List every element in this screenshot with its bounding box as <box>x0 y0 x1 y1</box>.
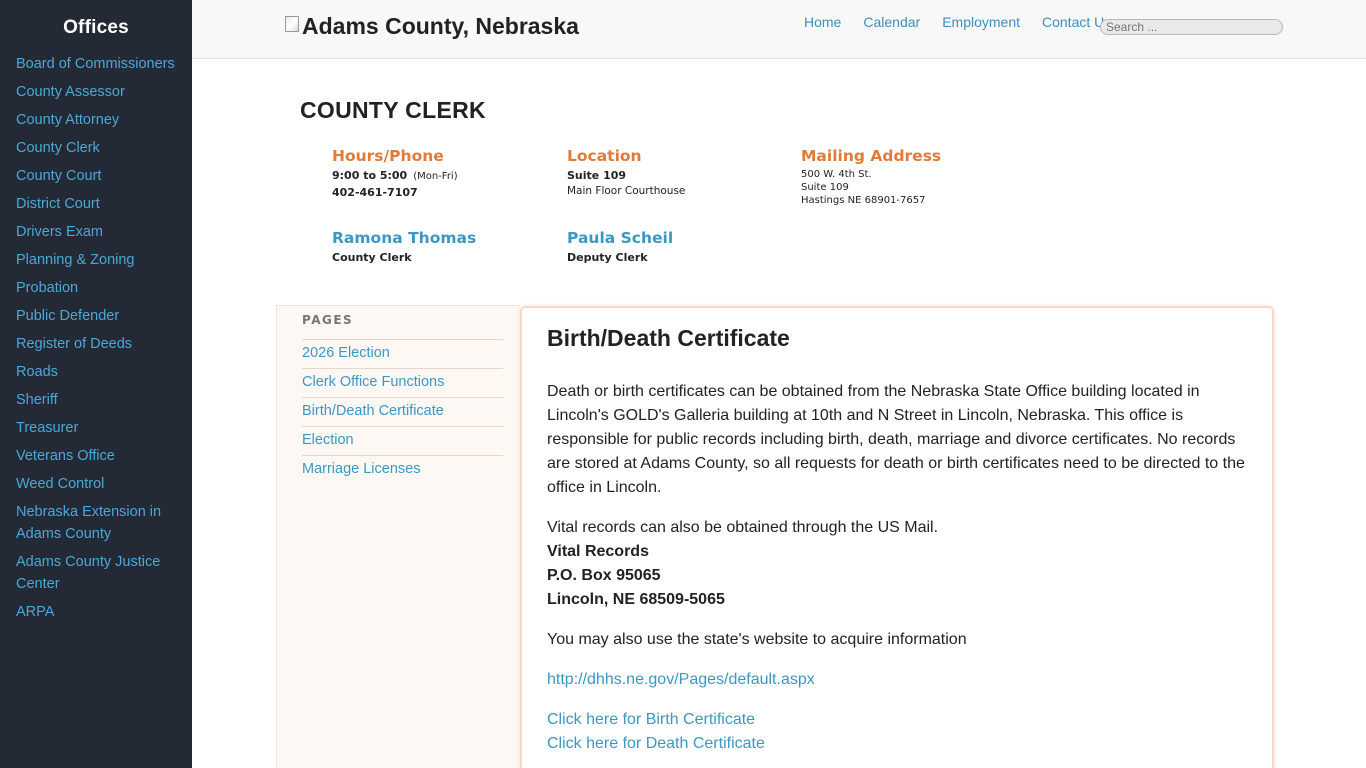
top-nav: Home Calendar Employment Contact Us <box>804 14 1133 30</box>
sidebar-item-label[interactable]: Sheriff <box>16 392 58 408</box>
sidebar-item-label[interactable]: County Attorney <box>16 112 119 128</box>
pages-title: PAGES <box>302 313 503 340</box>
nav-employment-link[interactable]: Employment <box>942 14 1020 30</box>
staff-name: Paula Scheil <box>567 229 674 247</box>
page-link-birth-death-certificate[interactable]: Birth/Death Certificate <box>302 398 503 427</box>
pages-list: 2026 Election Clerk Office Functions Bir… <box>302 340 503 484</box>
address-city: Lincoln, NE 68509-5065 <box>547 591 725 608</box>
page-link-clerk-office-functions[interactable]: Clerk Office Functions <box>302 369 503 398</box>
sidebar-item-label[interactable]: Planning & Zoning <box>16 252 135 268</box>
content-title: Birth/Death Certificate <box>547 325 790 351</box>
location-heading: Location <box>567 147 642 165</box>
sidebar-item-label[interactable]: Weed Control <box>16 476 104 492</box>
sidebar-item-county-attorney[interactable]: County Attorney <box>16 109 182 131</box>
phone-number: 402-461-7107 <box>332 186 418 199</box>
mailing-address-block: Mailing Address 500 W. 4th St. Suite 109… <box>801 147 941 207</box>
hours-phone-block: Hours/Phone 9:00 to 5:00 (Mon-Fri) 402-46… <box>332 147 458 201</box>
search-input[interactable] <box>1100 19 1283 35</box>
page-link-2026-election[interactable]: 2026 Election <box>302 340 503 369</box>
sidebar-item-nebraska-extension[interactable]: Nebraska Extension in Adams County <box>16 501 182 545</box>
sidebar-item-label[interactable]: Public Defender <box>16 308 119 324</box>
pages-sidebar: PAGES 2026 Election Clerk Office Functio… <box>276 305 520 768</box>
site-title[interactable]: Adams County, Nebraska <box>302 13 579 40</box>
staff-card-deputy: Paula Scheil Deputy Clerk <box>567 229 673 266</box>
dhhs-link[interactable]: http://dhhs.ne.gov/Pages/default.aspx <box>547 671 815 688</box>
sidebar-item-district-court[interactable]: District Court <box>16 193 182 215</box>
sidebar-item-label[interactable]: County Assessor <box>16 84 125 100</box>
mailing-line2: Suite 109 <box>801 182 849 193</box>
sidebar-item-label[interactable]: Nebraska Extension in Adams County <box>16 504 161 542</box>
sidebar-item-roads[interactable]: Roads <box>16 361 182 383</box>
sidebar-item-justice-center[interactable]: Adams County Justice Center <box>16 551 182 595</box>
sidebar-item-public-defender[interactable]: Public Defender <box>16 305 182 327</box>
sidebar-item-label[interactable]: County Court <box>16 168 101 184</box>
sidebar-item-label[interactable]: Roads <box>16 364 58 380</box>
sidebar-item-county-assessor[interactable]: County Assessor <box>16 81 182 103</box>
dhhs-link-paragraph: http://dhhs.ne.gov/Pages/default.aspx <box>547 668 1246 692</box>
birth-certificate-link[interactable]: Click here for Birth Certificate <box>547 711 755 728</box>
location-block: Location Suite 109 Main Floor Courthouse <box>567 147 685 198</box>
sidebar-item-label[interactable]: County Clerk <box>16 140 100 156</box>
site-header: Adams County, Nebraska Home Calendar Emp… <box>192 0 1366 59</box>
sidebar-item-label[interactable]: Treasurer <box>16 420 78 436</box>
content-card: Birth/Death Certificate Death or birth c… <box>520 306 1274 768</box>
hours-days: (Mon-Fri) <box>413 171 458 182</box>
offices-title: Offices <box>63 17 129 38</box>
site-logo-link[interactable]: Adams County, Nebraska <box>285 13 579 40</box>
certificate-links: Click here for Birth Certificate Click h… <box>547 708 1246 756</box>
sidebar-item-planning-zoning[interactable]: Planning & Zoning <box>16 249 182 271</box>
staff-role: County Clerk <box>332 251 412 264</box>
offices-sidebar: Offices Board of Commissioners County As… <box>0 0 192 768</box>
address-box: P.O. Box 95065 <box>547 567 661 584</box>
mail-intro: Vital records can also be obtained throu… <box>547 519 939 536</box>
mailing-heading: Mailing Address <box>801 147 942 165</box>
sidebar-item-label[interactable]: Veterans Office <box>16 448 115 464</box>
nav-home-link[interactable]: Home <box>804 14 841 30</box>
page-link-election[interactable]: Election <box>302 427 503 456</box>
sidebar-item-drivers-exam[interactable]: Drivers Exam <box>16 221 182 243</box>
mailing-line1: 500 W. 4th St. <box>801 169 872 180</box>
sidebar-item-label[interactable]: Register of Deeds <box>16 336 132 352</box>
sidebar-item-label[interactable]: Adams County Justice Center <box>16 554 160 592</box>
nav-calendar-link[interactable]: Calendar <box>863 14 920 30</box>
sidebar-item-arpa[interactable]: ARPA <box>16 601 182 623</box>
sidebar-item-label[interactable]: District Court <box>16 196 100 212</box>
staff-name: Ramona Thomas <box>332 229 477 247</box>
hours-time-line: 9:00 to 5:00 (Mon-Fri) <box>332 168 458 185</box>
sidebar-item-board-of-commissioners[interactable]: Board of Commissioners <box>16 53 182 75</box>
sidebar-item-county-clerk[interactable]: County Clerk <box>16 137 182 159</box>
mail-address-paragraph: Vital records can also be obtained throu… <box>547 516 1246 612</box>
sidebar-item-label[interactable]: Board of Commissioners <box>16 56 175 72</box>
page-link-marriage-licenses[interactable]: Marriage Licenses <box>302 456 503 484</box>
website-paragraph: You may also use the state's website to … <box>547 631 967 648</box>
hours-time: 9:00 to 5:00 <box>332 169 408 182</box>
offices-list: Board of Commissioners County Assessor C… <box>0 53 192 623</box>
broken-image-icon <box>285 15 299 32</box>
sidebar-item-weed-control[interactable]: Weed Control <box>16 473 182 495</box>
page-title: COUNTY CLERK <box>300 97 486 123</box>
sidebar-item-register-of-deeds[interactable]: Register of Deeds <box>16 333 182 355</box>
sidebar-item-sheriff[interactable]: Sheriff <box>16 389 182 411</box>
death-certificate-link[interactable]: Click here for Death Certificate <box>547 735 765 752</box>
location-line2: Main Floor Courthouse <box>567 185 686 197</box>
staff-role: Deputy Clerk <box>567 251 648 264</box>
address-name: Vital Records <box>547 543 649 560</box>
sidebar-item-treasurer[interactable]: Treasurer <box>16 417 182 439</box>
sidebar-item-probation[interactable]: Probation <box>16 277 182 299</box>
sidebar-item-county-court[interactable]: County Court <box>16 165 182 187</box>
location-line1: Suite 109 <box>567 169 627 182</box>
staff-card-clerk: Ramona Thomas County Clerk <box>332 229 476 266</box>
sidebar-item-veterans-office[interactable]: Veterans Office <box>16 445 182 467</box>
content-paragraph-intro: Death or birth certificates can be obtai… <box>547 383 1245 496</box>
sidebar-item-label[interactable]: Drivers Exam <box>16 224 103 240</box>
sidebar-item-label[interactable]: Probation <box>16 280 78 296</box>
sidebar-item-label[interactable]: ARPA <box>16 604 54 620</box>
mailing-line3: Hastings NE 68901-7657 <box>801 195 926 206</box>
hours-heading: Hours/Phone <box>332 147 444 165</box>
